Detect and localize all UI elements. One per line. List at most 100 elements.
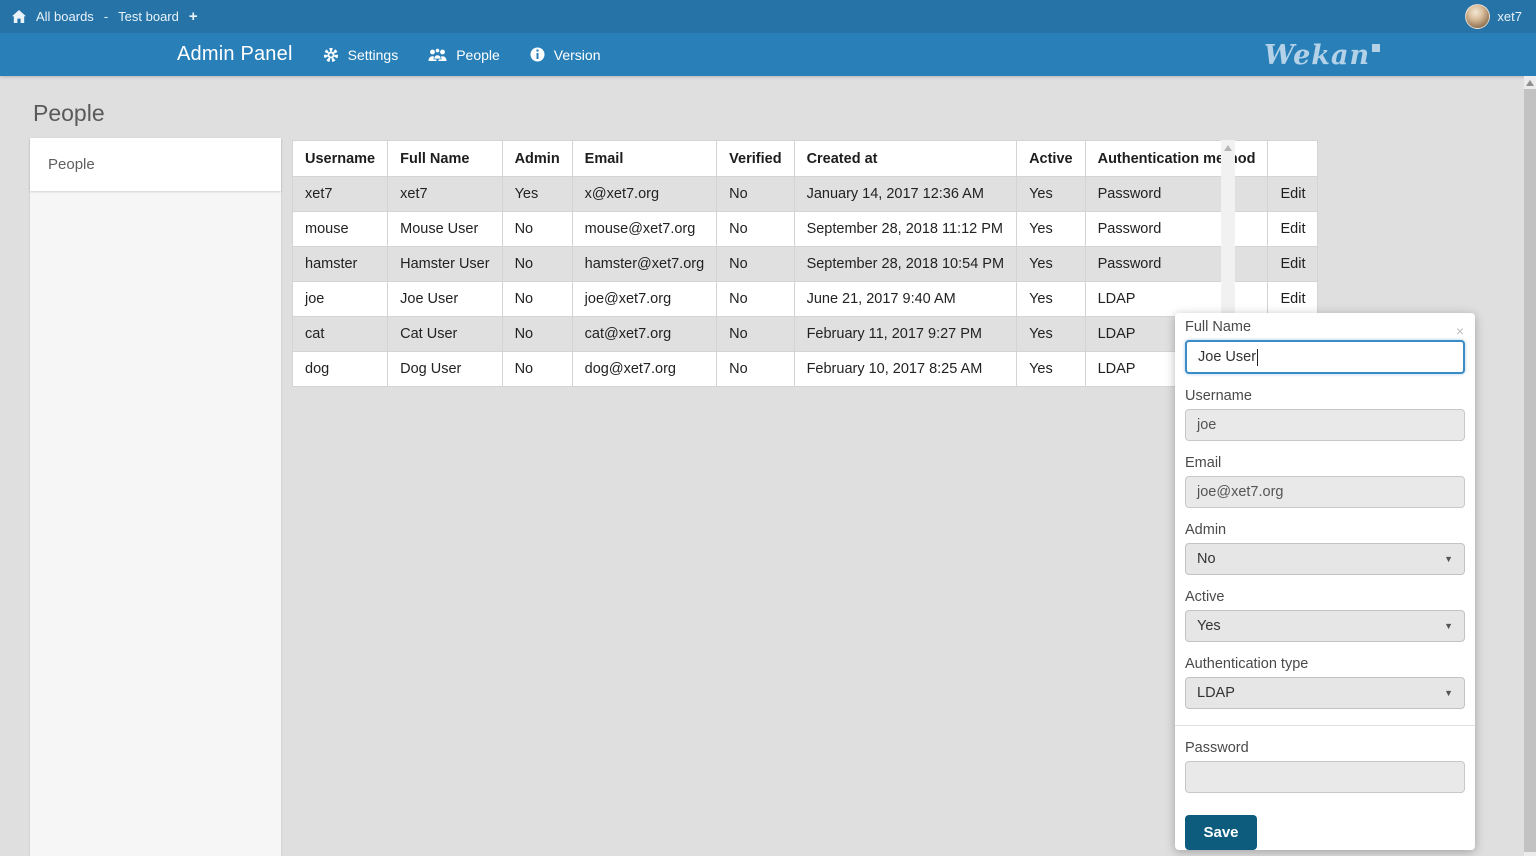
table-row: mouse Mouse User No mouse@xet7.org No Se… <box>293 212 1318 247</box>
cell-full-name: Mouse User <box>388 212 502 247</box>
username-label: Username <box>1185 388 1465 404</box>
col-full-name: Full Name <box>388 141 502 177</box>
edit-link[interactable]: Edit <box>1280 221 1305 237</box>
breadcrumb: All boards - Test board + <box>0 8 198 25</box>
cell-email: dog@xet7.org <box>572 352 717 387</box>
scroll-up-icon[interactable] <box>1224 145 1232 151</box>
auth-type-select-value: LDAP <box>1197 685 1235 701</box>
cell-email: x@xet7.org <box>572 177 717 212</box>
email-input: joe@xet7.org <box>1185 476 1465 508</box>
cell-username: mouse <box>293 212 388 247</box>
table-row: cat Cat User No cat@xet7.org No February… <box>293 317 1318 352</box>
cell-actions: Edit <box>1268 282 1318 317</box>
cell-admin: No <box>502 212 572 247</box>
breadcrumb-all-boards[interactable]: All boards <box>36 9 94 24</box>
wekan-logo-text: Wekan <box>1264 40 1370 71</box>
nav-settings[interactable]: Settings <box>323 47 399 63</box>
edit-link[interactable]: Edit <box>1280 291 1305 307</box>
cell-active: Yes <box>1017 247 1086 282</box>
table-row: joe Joe User No joe@xet7.org No June 21,… <box>293 282 1318 317</box>
cell-created-at: February 11, 2017 9:27 PM <box>794 317 1017 352</box>
password-input[interactable] <box>1185 761 1465 793</box>
cell-full-name: Cat User <box>388 317 502 352</box>
cell-created-at: February 10, 2017 8:25 AM <box>794 352 1017 387</box>
nav-people[interactable]: People <box>428 47 500 63</box>
cell-username: dog <box>293 352 388 387</box>
cell-auth-method: Password <box>1085 212 1268 247</box>
chevron-down-icon: ▼ <box>1444 554 1453 564</box>
cell-verified: No <box>717 212 794 247</box>
auth-type-select[interactable]: LDAP ▼ <box>1185 677 1465 709</box>
people-table-body: xet7 xet7 Yes x@xet7.org No January 14, … <box>293 177 1318 387</box>
cell-email: hamster@xet7.org <box>572 247 717 282</box>
page-title: People <box>33 100 105 127</box>
edit-link[interactable]: Edit <box>1280 186 1305 202</box>
save-button[interactable]: Save <box>1185 815 1257 850</box>
cell-full-name: Hamster User <box>388 247 502 282</box>
cell-actions: Edit <box>1268 247 1318 282</box>
sidebar-item-label: People <box>48 156 95 173</box>
full-name-label: Full Name <box>1185 319 1465 335</box>
home-icon[interactable] <box>12 10 26 23</box>
cell-auth-method: Password <box>1085 247 1268 282</box>
active-select[interactable]: Yes ▼ <box>1185 610 1465 642</box>
cell-email: joe@xet7.org <box>572 282 717 317</box>
cell-created-at: January 14, 2017 12:36 AM <box>794 177 1017 212</box>
password-label: Password <box>1185 740 1465 756</box>
cell-active: Yes <box>1017 317 1086 352</box>
cell-email: cat@xet7.org <box>572 317 717 352</box>
add-board-icon[interactable]: + <box>189 8 198 25</box>
username-input: joe <box>1185 409 1465 441</box>
cell-created-at: September 28, 2018 10:54 PM <box>794 247 1017 282</box>
col-auth-method: Authentication method <box>1085 141 1268 177</box>
full-name-input[interactable]: Joe User <box>1185 340 1465 374</box>
table-header-row: Username Full Name Admin Email Verified … <box>293 141 1318 177</box>
col-email: Email <box>572 141 717 177</box>
info-icon <box>530 47 545 62</box>
admin-label: Admin <box>1185 522 1465 538</box>
cell-email: mouse@xet7.org <box>572 212 717 247</box>
cell-created-at: September 28, 2018 11:12 PM <box>794 212 1017 247</box>
cell-active: Yes <box>1017 352 1086 387</box>
edit-link[interactable]: Edit <box>1280 256 1305 272</box>
nav-settings-label: Settings <box>348 47 399 63</box>
close-icon[interactable]: × <box>1456 326 1464 336</box>
user-name: xet7 <box>1497 9 1522 24</box>
cell-actions: Edit <box>1268 212 1318 247</box>
wekan-logo-cube <box>1372 44 1380 52</box>
edit-user-popup: × Full Name Joe User Username joe Email … <box>1175 313 1475 850</box>
user-avatar[interactable] <box>1465 4 1490 29</box>
cell-admin: No <box>502 282 572 317</box>
chevron-down-icon: ▼ <box>1444 688 1453 698</box>
email-value: joe@xet7.org <box>1197 484 1283 500</box>
col-verified: Verified <box>717 141 794 177</box>
cell-auth-method: LDAP <box>1085 282 1268 317</box>
cell-username: cat <box>293 317 388 352</box>
admin-select[interactable]: No ▼ <box>1185 543 1465 575</box>
nav-people-label: People <box>456 47 500 63</box>
breadcrumb-separator: - <box>104 9 108 24</box>
user-menu[interactable]: xet7 <box>1465 4 1536 29</box>
auth-type-label: Authentication type <box>1185 656 1465 672</box>
cell-verified: No <box>717 317 794 352</box>
breadcrumb-board-name[interactable]: Test board <box>118 9 179 24</box>
admin-select-value: No <box>1197 551 1216 567</box>
scrollbar-thumb[interactable] <box>1524 89 1536 852</box>
cell-verified: No <box>717 282 794 317</box>
scroll-up-icon[interactable] <box>1526 80 1534 86</box>
cell-active: Yes <box>1017 282 1086 317</box>
admin-panel-bar: Admin Panel Settings <box>0 33 1536 76</box>
col-username: Username <box>293 141 388 177</box>
text-caret <box>1257 349 1258 366</box>
cell-admin: No <box>502 247 572 282</box>
email-label: Email <box>1185 455 1465 471</box>
cell-actions: Edit <box>1268 177 1318 212</box>
cell-username: hamster <box>293 247 388 282</box>
cell-admin: Yes <box>502 177 572 212</box>
admin-sidebar: People <box>30 138 281 856</box>
window-scrollbar[interactable] <box>1524 76 1536 856</box>
col-created-at: Created at <box>794 141 1017 177</box>
gear-icon <box>323 47 339 63</box>
sidebar-item-people[interactable]: People <box>30 138 281 191</box>
nav-version[interactable]: Version <box>530 47 601 63</box>
